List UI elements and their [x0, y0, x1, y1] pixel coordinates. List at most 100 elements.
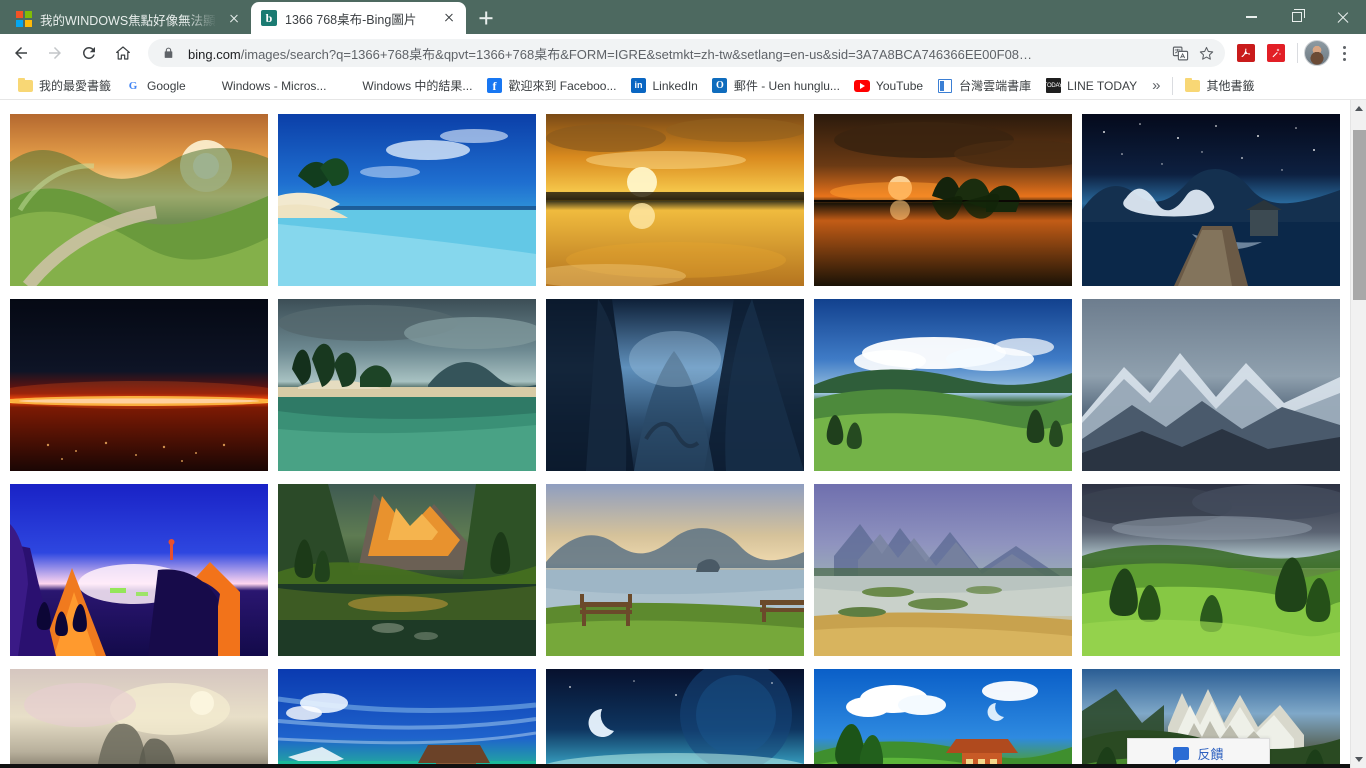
address-bar[interactable]: bing.com/images/search?q=1366+768桌布&qpvt… — [148, 39, 1225, 67]
minimize-button[interactable] — [1228, 0, 1274, 34]
browser-toolbar: bing.com/images/search?q=1366+768桌布&qpvt… — [0, 34, 1366, 72]
image-result[interactable] — [546, 484, 804, 656]
bookmark-facebook[interactable]: f 歡迎來到 Faceboo... — [479, 74, 623, 97]
line-icon: TODAY — [1044, 78, 1063, 94]
close-icon[interactable] — [225, 10, 243, 28]
window-controls — [1228, 0, 1366, 34]
feedback-icon — [1173, 747, 1190, 764]
kebab-menu-icon[interactable] — [1330, 36, 1358, 70]
thumbnail-image — [546, 114, 804, 286]
thumbnail-image — [10, 299, 268, 471]
thumbnail-image — [814, 484, 1072, 656]
scroll-thumb[interactable] — [1353, 130, 1366, 300]
adobe-acrobat-extension-button[interactable] — [1231, 36, 1261, 70]
bookmark-label: 歡迎來到 Faceboo... — [508, 79, 617, 93]
image-results-grid — [10, 114, 1350, 768]
image-result[interactable] — [546, 114, 804, 286]
thumbnail-image — [814, 114, 1072, 286]
image-result[interactable] — [546, 299, 804, 471]
new-tab-button[interactable] — [472, 4, 500, 32]
image-result[interactable] — [1082, 299, 1340, 471]
bookmark-other-bookmarks[interactable]: 其他書籤 — [1177, 74, 1261, 97]
home-icon — [116, 46, 130, 60]
bookmark-linkedin[interactable]: in LinkedIn — [623, 75, 704, 97]
image-result[interactable] — [814, 669, 1072, 768]
url-host: bing.com — [188, 46, 241, 62]
feedback-label: 反饋 — [1197, 747, 1224, 762]
image-result[interactable] — [814, 114, 1072, 286]
image-result[interactable] — [278, 299, 536, 471]
tab-title: 1366 768桌布-Bing圖片 — [285, 12, 417, 27]
bookmark-label: YouTube — [875, 78, 924, 93]
image-result[interactable] — [10, 669, 268, 768]
page-bottom-edge — [0, 764, 1350, 768]
bookmark-label: 其他書籤 — [1206, 79, 1255, 93]
page-scrollbar[interactable] — [1350, 100, 1366, 768]
scroll-down-arrow[interactable] — [1351, 751, 1366, 768]
reload-button[interactable] — [72, 36, 106, 70]
image-result[interactable] — [278, 484, 536, 656]
red-extension-button[interactable] — [1261, 36, 1291, 70]
bookmarks-overflow-button[interactable]: » — [1144, 77, 1168, 94]
bookmark-favorites-folder[interactable]: 我的最愛書籤 — [10, 74, 118, 97]
image-result[interactable] — [278, 114, 536, 286]
image-result[interactable] — [814, 299, 1072, 471]
url-path: /images/search?q=1366+768桌布&qpvt=1366+76… — [240, 46, 1033, 62]
scroll-up-arrow[interactable] — [1351, 100, 1366, 117]
image-result[interactable] — [1082, 114, 1340, 286]
book-icon — [937, 78, 953, 94]
microsoft-icon — [16, 11, 32, 27]
home-button[interactable] — [106, 36, 140, 70]
image-results-area — [0, 100, 1366, 768]
lock-icon — [162, 46, 178, 60]
bookmark-windows-microsoft[interactable]: Windows - Micros... — [193, 75, 334, 97]
translate-icon[interactable] — [1167, 40, 1193, 66]
microsoft-icon — [200, 78, 216, 94]
url-text: bing.com/images/search?q=1366+768桌布&qpvt… — [188, 44, 1167, 63]
tab-bing-images[interactable]: b 1366 768桌布-Bing圖片 — [251, 2, 466, 34]
image-result[interactable] — [278, 669, 536, 768]
image-result[interactable] — [10, 299, 268, 471]
bookmarks-divider — [1172, 76, 1174, 95]
thumbnail-image — [10, 669, 268, 768]
bookmark-line-today[interactable]: TODAY LINE TODAY — [1038, 75, 1144, 97]
close-window-button[interactable] — [1320, 0, 1366, 34]
bookmark-label: LINE TODAY — [1067, 78, 1138, 93]
thumbnail-image — [278, 299, 536, 471]
image-result[interactable] — [546, 669, 804, 768]
linkedin-icon: in — [630, 78, 646, 94]
magic-wand-icon — [1267, 44, 1285, 62]
image-result[interactable] — [10, 114, 268, 286]
back-arrow-icon — [15, 47, 27, 59]
thumbnail-image — [546, 299, 804, 471]
thumbnail-image — [10, 114, 268, 286]
thumbnail-image — [546, 484, 804, 656]
bookmark-windows-results[interactable]: Windows 中的結果... — [333, 74, 479, 97]
title-bar: 我的WINDOWS焦點好像無法顯示 b 1366 768桌布-Bing圖片 — [0, 0, 1366, 34]
thumbnail-image — [278, 669, 536, 768]
thumbnail-image — [1082, 484, 1340, 656]
image-result[interactable] — [10, 484, 268, 656]
bing-icon: b — [261, 10, 277, 26]
tab-windows-spotlight[interactable]: 我的WINDOWS焦點好像無法顯示 — [6, 4, 251, 34]
maximize-button[interactable] — [1274, 0, 1320, 34]
bookmark-label: Google — [147, 78, 186, 93]
image-result[interactable] — [814, 484, 1072, 656]
thumbnail-image — [814, 669, 1072, 768]
thumbnail-image — [546, 669, 804, 768]
bookmark-label: 我的最愛書籤 — [39, 79, 112, 93]
star-icon[interactable] — [1193, 40, 1219, 66]
close-icon[interactable] — [440, 9, 458, 27]
bookmark-youtube[interactable]: YouTube — [847, 75, 930, 97]
tab-title: 我的WINDOWS焦點好像無法顯示 — [40, 13, 217, 28]
back-button[interactable] — [4, 36, 38, 70]
bookmark-outlook-mail[interactable]: O 郵件 - Uen hunglu... — [705, 74, 847, 97]
bookmark-google[interactable]: G Google — [118, 75, 193, 97]
forward-button[interactable] — [38, 36, 72, 70]
image-result[interactable] — [1082, 484, 1340, 656]
bookmark-taiwan-cloud-library[interactable]: 台灣雲端書庫 — [930, 74, 1038, 97]
bookmark-label: Windows 中的結果... — [362, 79, 473, 93]
avatar[interactable] — [1304, 40, 1330, 66]
bookmark-label: Windows - Micros... — [221, 78, 327, 93]
acrobat-icon — [1237, 44, 1255, 62]
